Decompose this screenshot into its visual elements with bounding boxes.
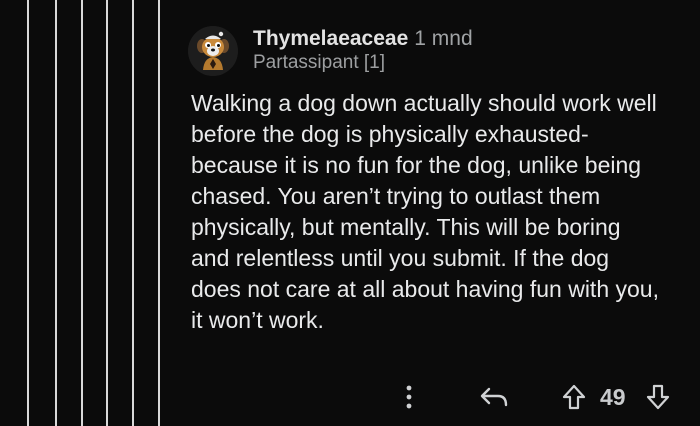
thread-line[interactable] bbox=[106, 0, 108, 426]
thread-lines bbox=[0, 0, 160, 426]
comment-header: Thymelaeaceae 1 mnd Partassipant [1] bbox=[188, 24, 688, 78]
upvote-button[interactable] bbox=[561, 380, 587, 414]
thread-line[interactable] bbox=[55, 0, 57, 426]
comment-actions: 49 bbox=[0, 380, 700, 414]
downvote-button[interactable] bbox=[645, 380, 671, 414]
comment-meta: Thymelaeaceae 1 mnd Partassipant [1] bbox=[253, 27, 473, 75]
thread-line[interactable] bbox=[132, 0, 134, 426]
vote-score: 49 bbox=[600, 384, 626, 410]
thread-line[interactable] bbox=[158, 0, 160, 426]
thread-line[interactable] bbox=[27, 0, 29, 426]
user-flair: Partassipant [1] bbox=[253, 52, 386, 73]
comment: Thymelaeaceae 1 mnd Partassipant [1] Walk… bbox=[188, 24, 688, 336]
more-options-button[interactable] bbox=[398, 380, 420, 414]
downvote-arrow-icon bbox=[646, 384, 670, 410]
more-vertical-icon bbox=[406, 385, 412, 409]
username[interactable]: Thymelaeaceae bbox=[253, 27, 408, 50]
comment-body: Walking a dog down actually should work … bbox=[191, 90, 659, 333]
reply-button[interactable] bbox=[478, 380, 510, 414]
upvote-arrow-icon bbox=[562, 384, 586, 410]
dog-avatar-icon[interactable] bbox=[188, 26, 238, 76]
comment-age: 1 mnd bbox=[414, 27, 473, 50]
thread-line[interactable] bbox=[81, 0, 83, 426]
meta-line: Thymelaeaceae 1 mnd bbox=[253, 27, 473, 51]
reply-arrow-icon bbox=[480, 386, 508, 408]
